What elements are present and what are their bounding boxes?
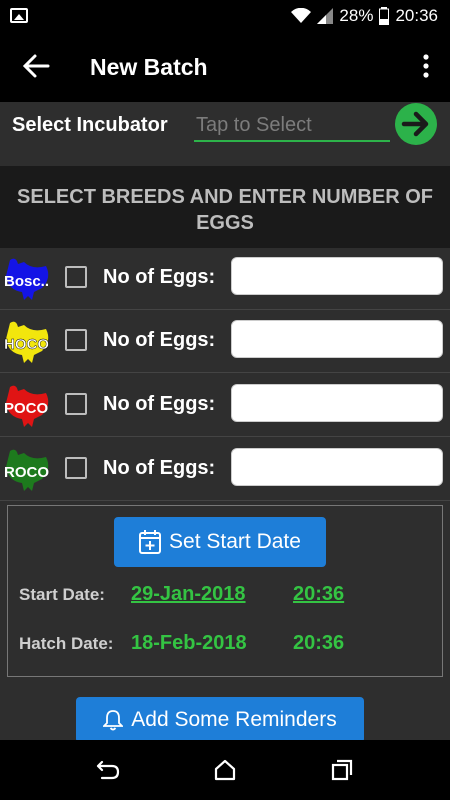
breed-row: HOCO No of Eggs: — [0, 311, 450, 373]
breed-badge: HOCO — [4, 336, 49, 353]
bell-icon — [103, 710, 124, 731]
hen-icon-poco: POCO — [4, 385, 49, 427]
overflow-menu-icon[interactable] — [422, 54, 430, 78]
add-reminders-label: Add Some Reminders — [131, 708, 337, 731]
hatch-time-value: 20:36 — [293, 632, 345, 654]
calendar-add-icon — [139, 530, 162, 554]
eggs-label: No of Eggs: — [103, 329, 216, 351]
back-arrow-icon[interactable] — [22, 52, 50, 80]
eggs-label: No of Eggs: — [103, 457, 216, 479]
status-bar: 28% 20:36 — [0, 0, 450, 32]
set-start-date-label: Set Start Date — [169, 530, 301, 553]
nav-home-icon[interactable] — [213, 758, 237, 782]
breed-row: Bosc.. No of Eggs: — [0, 248, 450, 310]
nav-back-icon[interactable] — [96, 758, 120, 782]
section-heading: SELECT BREEDS AND ENTER NUMBER OF EGGS — [0, 166, 450, 248]
breed-checkbox[interactable] — [65, 457, 87, 479]
breed-badge: ROCO — [4, 464, 49, 481]
battery-icon — [379, 7, 390, 25]
breed-checkbox[interactable] — [65, 266, 87, 288]
eggs-count-input[interactable] — [231, 384, 443, 422]
breed-checkbox[interactable] — [65, 393, 87, 415]
image-notification-icon — [10, 8, 28, 23]
hen-icon-hoco: HOCO — [4, 321, 50, 363]
incubator-select-field[interactable] — [194, 110, 390, 142]
hatch-date-label: Hatch Date: — [19, 634, 114, 653]
app-bar: New Batch — [0, 32, 450, 102]
incubator-label: Select Incubator — [12, 114, 168, 136]
hen-icon-roco: ROCO — [4, 449, 49, 491]
breed-badge: Bosc.. — [4, 273, 49, 290]
incubator-row: Select Incubator — [0, 102, 450, 166]
start-time-value[interactable]: 20:36 — [293, 583, 344, 606]
breed-badge: POCO — [4, 400, 49, 417]
eggs-label: No of Eggs: — [103, 393, 216, 415]
breed-row: POCO No of Eggs: — [0, 375, 450, 437]
status-right: 28% 20:36 — [291, 0, 438, 32]
wifi-icon — [291, 8, 312, 23]
breed-row: ROCO No of Eggs: — [0, 439, 450, 501]
eggs-label: No of Eggs: — [103, 266, 216, 288]
start-date-value[interactable]: 29-Jan-2018 — [131, 583, 246, 606]
hatch-date-value: 18-Feb-2018 — [131, 632, 247, 654]
hen-icon-bosc: Bosc.. — [4, 258, 49, 300]
eggs-count-input[interactable] — [231, 448, 443, 486]
go-arrow-button[interactable] — [394, 102, 438, 146]
nav-recents-icon[interactable] — [330, 758, 354, 782]
set-start-date-button[interactable]: Set Start Date — [114, 517, 326, 567]
add-reminders-button[interactable]: Add Some Reminders — [76, 697, 364, 743]
eggs-count-input[interactable] — [231, 257, 443, 295]
clock: 20:36 — [395, 6, 438, 25]
battery-percent: 28% — [339, 6, 374, 25]
breed-checkbox[interactable] — [65, 329, 87, 351]
page-title: New Batch — [90, 54, 208, 80]
start-date-label: Start Date: — [19, 585, 105, 604]
system-nav-bar — [0, 740, 450, 800]
signal-icon — [317, 8, 334, 24]
eggs-count-input[interactable] — [231, 320, 443, 358]
